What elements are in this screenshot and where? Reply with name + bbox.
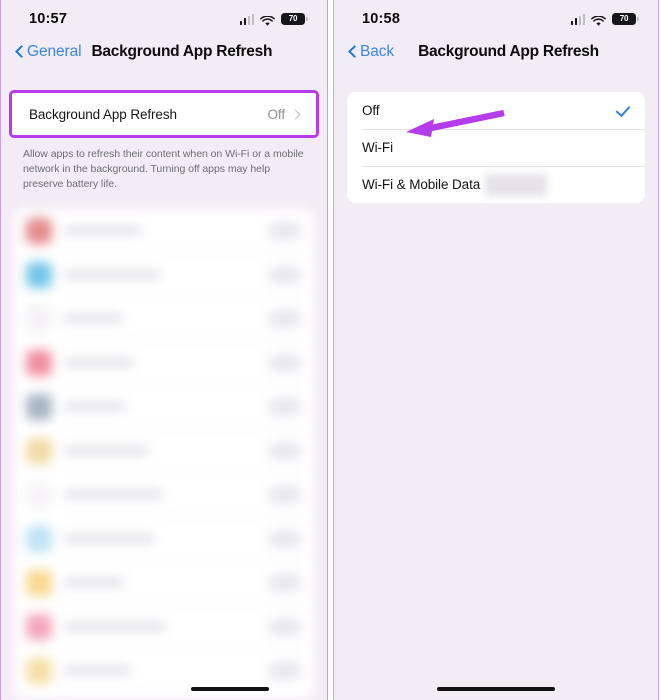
row-label: Background App Refresh — [29, 106, 177, 122]
cellular-signal-icon — [570, 13, 585, 25]
app-name-redacted — [64, 447, 148, 455]
status-clock: 10:57 — [29, 11, 68, 27]
app-icon — [26, 613, 52, 640]
app-name-redacted — [64, 579, 124, 587]
app-list-row[interactable] — [14, 517, 314, 561]
app-list-row[interactable] — [14, 429, 314, 473]
app-refresh-toggle[interactable] — [268, 221, 302, 240]
app-name-redacted — [64, 359, 134, 367]
background-app-refresh-card: Background App Refresh Off — [14, 95, 314, 133]
status-icon-group: 70 — [239, 12, 308, 26]
app-list-row[interactable] — [14, 341, 314, 385]
left-nav-bar: General Background App Refresh — [1, 34, 327, 70]
left-status-bar: 10:57 70 — [1, 0, 327, 34]
status-clock: 10:58 — [362, 11, 401, 27]
app-icon — [26, 657, 52, 684]
page-title: Background App Refresh — [91, 43, 273, 60]
right-status-bar: 10:58 70 — [334, 0, 658, 34]
chevron-right-icon — [292, 108, 299, 120]
app-refresh-toggle[interactable] — [268, 529, 302, 548]
back-button-general[interactable]: General — [15, 43, 82, 61]
app-refresh-toggle[interactable] — [268, 485, 302, 504]
back-button-label: General — [27, 43, 82, 60]
app-icon — [26, 261, 52, 288]
app-refresh-list[interactable] — [14, 208, 314, 699]
screenshot-stage: 10:57 70 General Background App Refresh … — [0, 0, 661, 700]
battery-icon: 70 — [281, 12, 308, 26]
app-name-redacted — [64, 315, 122, 323]
row-background-app-refresh[interactable]: Background App Refresh Off — [14, 95, 314, 133]
app-refresh-toggle[interactable] — [268, 573, 302, 592]
home-indicator — [191, 686, 269, 691]
app-name-redacted — [64, 623, 166, 631]
battery-level-label: 70 — [288, 14, 298, 23]
app-list-row[interactable] — [14, 693, 314, 699]
app-name-redacted — [64, 535, 154, 543]
app-refresh-toggle[interactable] — [268, 309, 302, 328]
status-icon-group: 70 — [570, 12, 639, 26]
app-name-redacted — [64, 667, 130, 675]
highlight-annotation-box: Background App Refresh Off — [9, 90, 319, 138]
app-list-row[interactable] — [14, 473, 314, 517]
app-refresh-toggle[interactable] — [268, 441, 302, 460]
app-list-row[interactable] — [14, 649, 314, 693]
app-icon — [26, 437, 52, 464]
app-refresh-toggle[interactable] — [268, 265, 302, 284]
wifi-icon — [591, 14, 606, 26]
app-refresh-toggle[interactable] — [268, 353, 302, 372]
chevron-left-icon — [348, 44, 357, 60]
app-list-row[interactable] — [14, 209, 314, 253]
app-icon — [26, 393, 52, 420]
left-phone-panel: 10:57 70 General Background App Refresh … — [0, 0, 328, 700]
battery-icon: 70 — [612, 12, 639, 26]
app-name-redacted — [64, 403, 126, 411]
home-indicator — [437, 686, 555, 691]
cellular-signal-icon — [239, 13, 254, 25]
option-row-wi-fi[interactable]: Wi-Fi — [347, 129, 645, 166]
app-refresh-toggle[interactable] — [268, 397, 302, 416]
refresh-options-card: Off Wi-Fi Wi-Fi & Mobile Data — [347, 92, 645, 203]
option-label: Wi-Fi — [362, 140, 393, 155]
option-row-wi-fi-mobile-data[interactable]: Wi-Fi & Mobile Data — [347, 166, 645, 203]
app-icon — [26, 525, 52, 552]
battery-level-label: 70 — [619, 14, 629, 23]
app-list-row[interactable] — [14, 297, 314, 341]
back-button-label: Back — [360, 43, 395, 60]
page-title: Background App Refresh — [418, 43, 599, 60]
app-refresh-toggle[interactable] — [268, 661, 302, 680]
wifi-icon — [260, 14, 275, 26]
row-value: Off — [267, 106, 286, 122]
app-icon — [26, 481, 52, 508]
app-icon — [26, 217, 52, 244]
app-name-redacted — [64, 227, 142, 235]
app-icon — [26, 569, 52, 596]
app-list-row[interactable] — [14, 253, 314, 297]
app-icon — [26, 349, 52, 376]
redaction-smudge — [485, 174, 547, 196]
option-row-off[interactable]: Off — [347, 92, 645, 129]
app-list-row[interactable] — [14, 561, 314, 605]
app-name-redacted — [64, 491, 162, 499]
right-nav-bar: Back Background App Refresh — [334, 34, 658, 70]
footer-note: Allow apps to refresh their content when… — [23, 148, 304, 191]
back-button[interactable]: Back — [348, 43, 394, 61]
option-label: Off — [362, 103, 380, 118]
app-icon — [26, 305, 52, 332]
right-phone-panel: 10:58 70 Back Background App Refresh Off… — [333, 0, 659, 700]
app-list-row[interactable] — [14, 385, 314, 429]
app-refresh-toggle[interactable] — [268, 617, 302, 636]
chevron-left-icon — [15, 44, 24, 60]
checkmark-icon — [615, 103, 630, 118]
app-name-redacted — [64, 271, 160, 279]
row-value-group: Off — [268, 107, 299, 122]
app-list-row[interactable] — [14, 605, 314, 649]
option-label: Wi-Fi & Mobile Data — [362, 177, 481, 192]
